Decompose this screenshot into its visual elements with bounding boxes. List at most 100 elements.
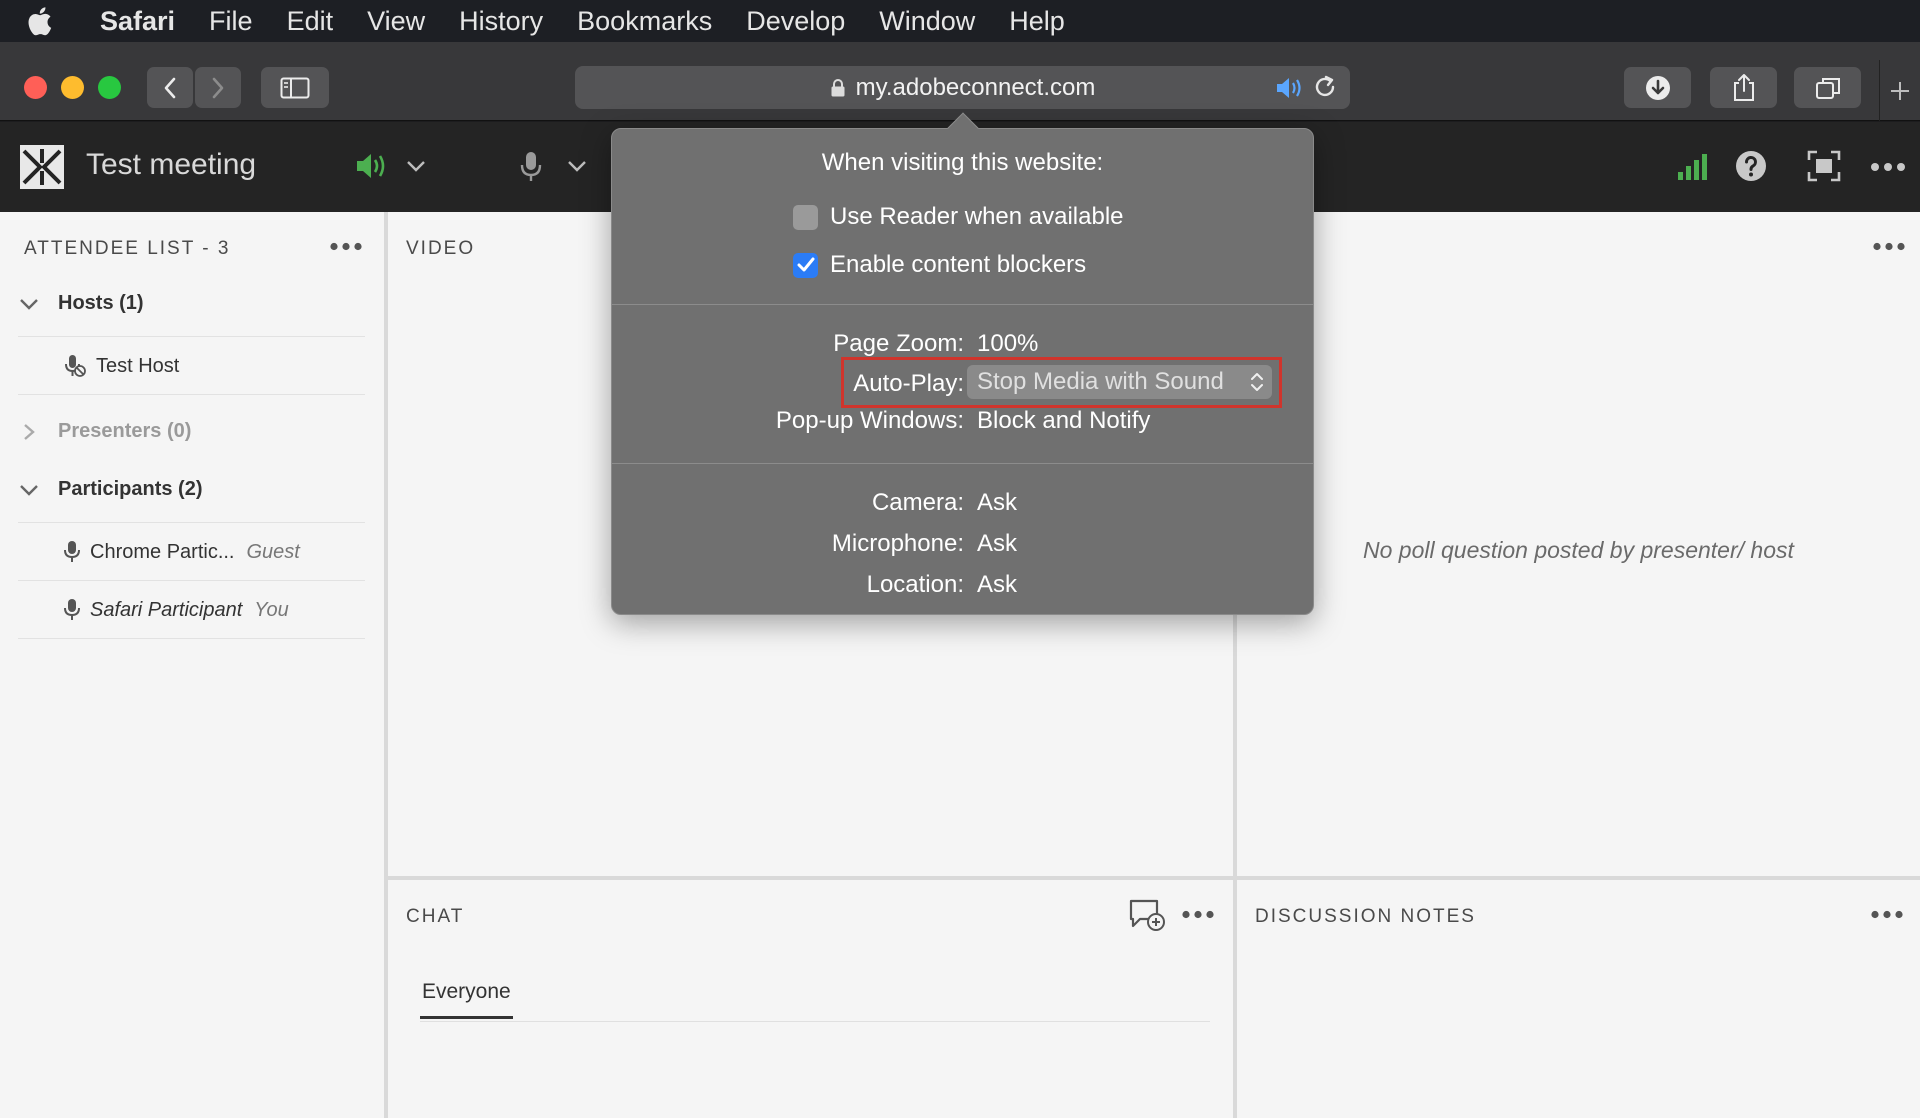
menu-view[interactable]: View	[367, 6, 425, 37]
chevron-right-icon	[18, 423, 40, 441]
menu-safari[interactable]: Safari	[100, 6, 175, 37]
minimize-window-button[interactable]	[61, 76, 84, 99]
attendee-participant[interactable]: Chrome Partic... Guest	[64, 540, 300, 564]
sidebar-icon	[280, 77, 310, 98]
presenters-group-label: Presenters (0)	[58, 420, 192, 442]
speaker-on-icon[interactable]	[354, 150, 390, 182]
microphone-icon[interactable]	[520, 150, 542, 184]
more-options-icon[interactable]	[1870, 162, 1906, 172]
chevron-right-icon	[212, 77, 224, 98]
address-bar[interactable]: my.adobeconnect.com	[575, 66, 1350, 109]
hosts-group-header[interactable]: Hosts (1)	[18, 292, 144, 315]
fullscreen-icon[interactable]	[1807, 150, 1841, 182]
menu-window[interactable]: Window	[879, 6, 975, 37]
discussion-notes-pane: DISCUSSION NOTES	[1237, 880, 1920, 1118]
share-button[interactable]	[1710, 67, 1777, 108]
download-icon	[1645, 75, 1670, 100]
adobe-connect-logo-icon	[18, 143, 66, 191]
chat-menu-icon[interactable]	[1182, 910, 1214, 919]
attendee-host[interactable]: Test Host	[64, 354, 179, 378]
menu-history[interactable]: History	[459, 6, 543, 37]
chevron-down-icon	[18, 483, 40, 497]
macos-menu-bar: Safari File Edit View History Bookmarks …	[0, 0, 1920, 42]
divider	[420, 1021, 1210, 1022]
menu-bookmarks[interactable]: Bookmarks	[577, 6, 712, 37]
microphone-label: Microphone:	[831, 530, 964, 557]
checkmark-icon[interactable]	[793, 252, 818, 278]
discussion-notes-title: DISCUSSION NOTES	[1255, 906, 1476, 927]
location-label: Location:	[866, 571, 964, 598]
close-window-button[interactable]	[24, 76, 47, 99]
share-icon	[1733, 73, 1754, 101]
connection-strength-icon[interactable]	[1676, 152, 1710, 182]
attendee-menu-icon[interactable]	[330, 242, 362, 251]
camera-label: Camera:	[871, 489, 964, 516]
menu-help[interactable]: Help	[1009, 6, 1065, 37]
divider	[18, 580, 365, 581]
content-blockers-label: Enable content blockers	[830, 251, 1087, 278]
attendee-role: Guest	[246, 540, 300, 563]
new-chat-icon[interactable]	[1128, 898, 1166, 932]
use-reader-checkbox[interactable]: Use Reader when available	[793, 203, 1124, 231]
back-button[interactable]	[147, 67, 193, 108]
attendee-name: Chrome Partic...	[90, 540, 235, 563]
attendee-participant[interactable]: Safari Participant You	[64, 598, 289, 622]
sidebar-toggle-button[interactable]	[261, 67, 329, 108]
microphone-icon	[64, 540, 80, 564]
divider	[18, 638, 365, 639]
poll-menu-icon[interactable]	[1873, 242, 1905, 251]
help-icon[interactable]	[1735, 150, 1767, 182]
page-zoom-label: Page Zoom:	[833, 330, 964, 357]
attendee-name: Safari Participant	[90, 598, 243, 621]
checkbox-unchecked-icon[interactable]	[793, 204, 818, 230]
use-reader-label: Use Reader when available	[830, 203, 1124, 230]
camera-value[interactable]: Ask	[977, 489, 1017, 517]
microphone-value[interactable]: Ask	[977, 530, 1017, 558]
forward-button[interactable]	[195, 67, 241, 108]
menu-file[interactable]: File	[209, 6, 253, 37]
speaker-dropdown-chevron-icon[interactable]	[404, 158, 428, 174]
chat-title: CHAT	[406, 906, 465, 927]
apple-icon[interactable]	[26, 6, 76, 36]
chevron-left-icon	[164, 77, 176, 98]
meeting-title: Test meeting	[86, 148, 257, 181]
divider	[18, 522, 365, 523]
attendee-list-pane: ATTENDEE LIST - 3 Hosts (1) Test Host Pr…	[0, 212, 384, 1118]
attendee-list-title: ATTENDEE LIST - 3	[24, 238, 231, 259]
participants-group-header[interactable]: Participants (2)	[18, 478, 202, 501]
website-settings-popover: When visiting this website: Use Reader w…	[611, 112, 1314, 615]
zoom-window-button[interactable]	[98, 76, 121, 99]
page-zoom-value[interactable]: 100%	[977, 330, 1038, 358]
hosts-group-label: Hosts (1)	[58, 292, 144, 314]
notes-menu-icon[interactable]	[1871, 910, 1903, 919]
chevron-down-icon	[18, 297, 40, 311]
poll-empty-message: No poll question posted by presenter/ ho…	[1363, 537, 1794, 563]
microphone-icon	[64, 598, 80, 622]
downloads-button[interactable]	[1624, 67, 1691, 108]
divider	[612, 304, 1313, 305]
lock-icon	[830, 78, 846, 98]
address-url: my.adobeconnect.com	[855, 73, 1096, 101]
plus-icon	[1891, 81, 1909, 100]
new-tab-button[interactable]	[1879, 60, 1920, 121]
reload-icon[interactable]	[1312, 74, 1338, 100]
menu-edit[interactable]: Edit	[287, 6, 334, 37]
presenters-group-header[interactable]: Presenters (0)	[18, 420, 191, 443]
content-blockers-checkbox[interactable]: Enable content blockers	[793, 251, 1086, 279]
popup-windows-value[interactable]: Block and Notify	[977, 407, 1150, 435]
safari-toolbar: my.adobeconnect.com	[0, 42, 1920, 121]
divider	[612, 463, 1313, 464]
location-value[interactable]: Ask	[977, 571, 1017, 599]
speaker-playing-icon[interactable]	[1274, 75, 1306, 101]
attendee-name: Test Host	[96, 354, 180, 377]
microphone-dropdown-chevron-icon[interactable]	[565, 158, 589, 174]
microphone-muted-icon	[64, 354, 86, 378]
chat-pane: CHAT Everyone	[388, 880, 1233, 1118]
menu-develop[interactable]: Develop	[746, 6, 845, 37]
popup-windows-label: Pop-up Windows:	[775, 407, 964, 434]
divider	[18, 394, 365, 395]
popover-heading: When visiting this website:	[821, 149, 1104, 176]
auto-play-highlight-box	[841, 357, 1282, 408]
chat-tab-everyone[interactable]: Everyone	[420, 980, 513, 1019]
tab-overview-button[interactable]	[1794, 67, 1861, 108]
